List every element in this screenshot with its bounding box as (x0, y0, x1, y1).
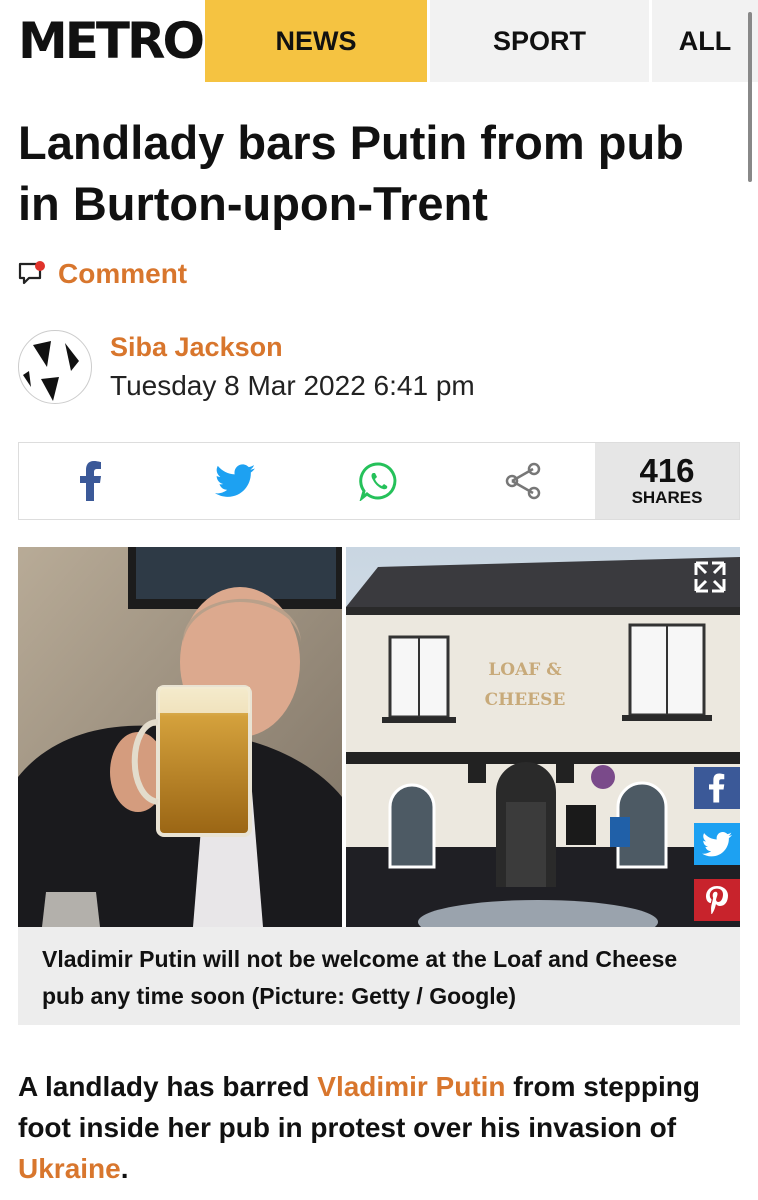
image-share-twitter-button[interactable] (694, 823, 740, 865)
share-whatsapp-button[interactable] (307, 443, 451, 519)
share-generic-button[interactable] (451, 443, 595, 519)
nav-tab-news[interactable]: NEWS (205, 0, 427, 82)
link-vladimir-putin[interactable]: Vladimir Putin (317, 1071, 505, 1102)
author-byline: Siba Jackson Tuesday 8 Mar 2022 6:41 pm (18, 328, 475, 406)
twitter-icon (702, 831, 732, 856)
lead-text-1: A landlady has barred (18, 1071, 318, 1102)
share-bar: 416 SHARES (18, 442, 740, 520)
nav-tab-all[interactable]: ALL (649, 0, 758, 82)
share-count: 416 SHARES (595, 443, 739, 519)
metro-logo[interactable]: METRO (0, 0, 205, 82)
facebook-icon (709, 773, 725, 803)
comment-icon (18, 261, 46, 287)
nav-tab-sport[interactable]: SPORT (427, 0, 649, 82)
article-image[interactable]: LOAF & CHEESE (18, 547, 740, 927)
share-twitter-button[interactable] (163, 443, 307, 519)
share-count-number: 416 (639, 452, 695, 489)
image-share-pinterest-button[interactable] (694, 879, 740, 921)
article-lead-paragraph: A landlady has barred Vladimir Putin fro… (18, 1066, 738, 1189)
scrollbar[interactable] (748, 12, 752, 182)
twitter-icon (215, 464, 255, 497)
whatsapp-icon (359, 462, 397, 501)
pub-sign-line-1: LOAF & (488, 660, 562, 680)
comment-label: Comment (58, 258, 188, 289)
author-name[interactable]: Siba Jackson (110, 328, 475, 366)
share-icon (505, 462, 541, 500)
comment-link[interactable]: Comment (18, 258, 187, 290)
article-headline: Landlady bars Putin from pub in Burton-u… (18, 116, 684, 230)
publish-date: Tuesday 8 Mar 2022 6:41 pm (110, 370, 475, 401)
expand-icon[interactable] (692, 559, 728, 595)
share-facebook-button[interactable] (19, 443, 163, 519)
image-share-facebook-button[interactable] (694, 767, 740, 809)
author-avatar[interactable] (18, 330, 92, 404)
facebook-icon (80, 461, 101, 501)
logo-text: METRO (18, 12, 205, 70)
pub-sign-line-2: CHEESE (485, 690, 566, 710)
top-navigation: METRO NEWS SPORT ALL (0, 0, 758, 82)
link-ukraine[interactable]: Ukraine (18, 1153, 121, 1184)
share-count-label: SHARES (631, 488, 703, 507)
lead-text-3: . (120, 1153, 129, 1184)
pinterest-icon (706, 886, 728, 914)
image-caption: Vladimir Putin will not be welcome at th… (18, 927, 740, 1025)
